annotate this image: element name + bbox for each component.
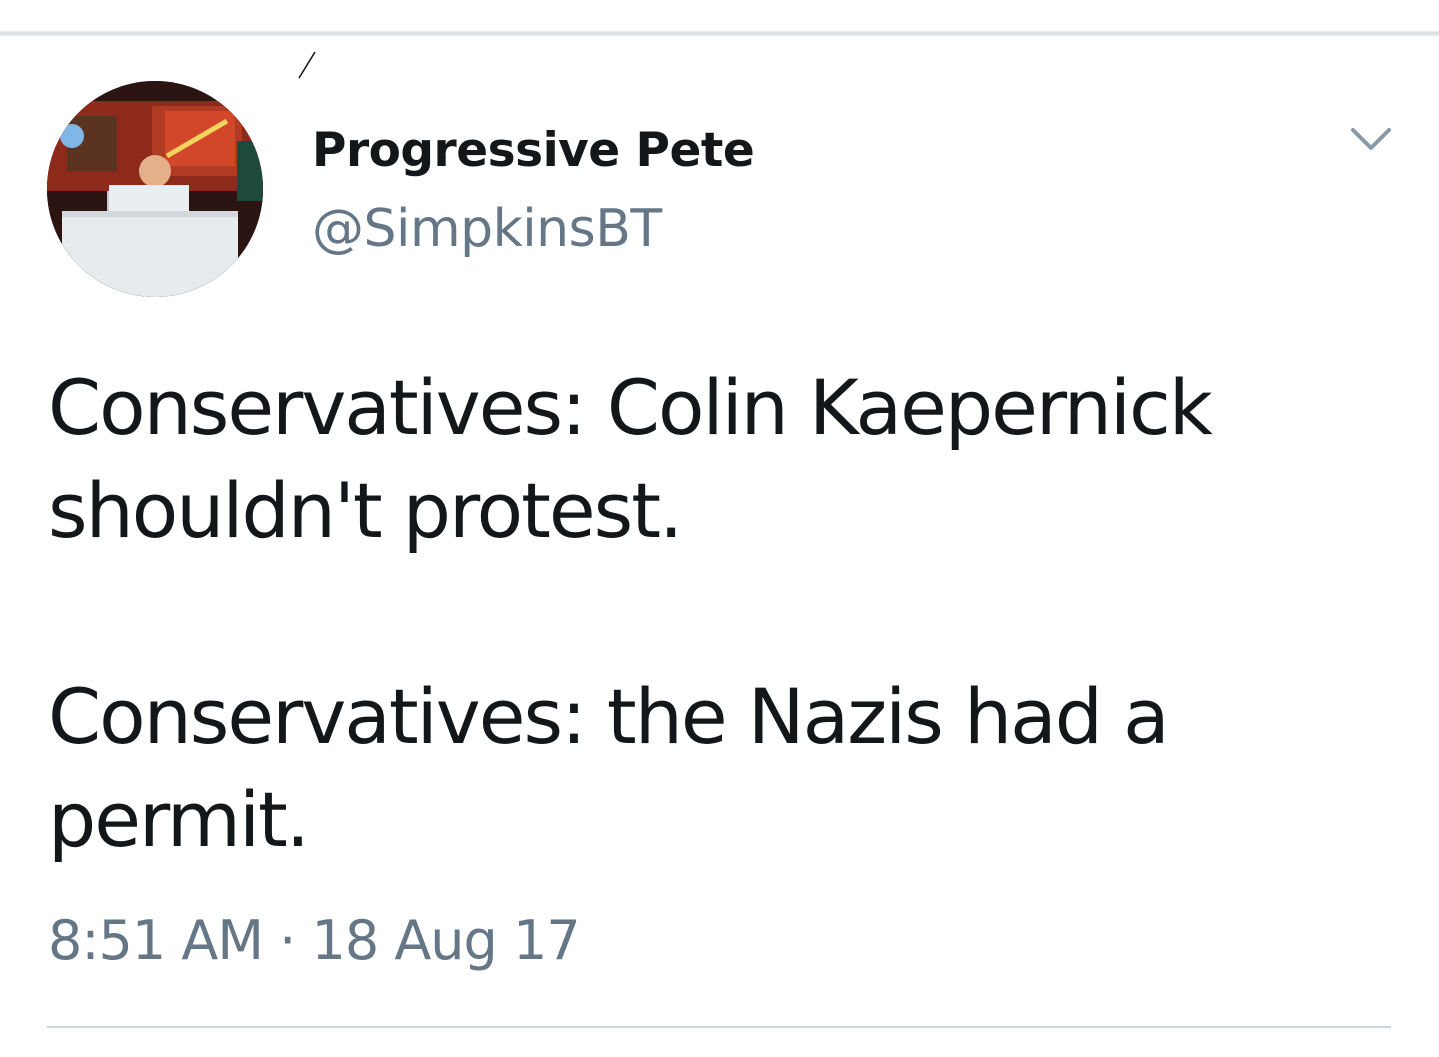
divider xyxy=(47,1026,1391,1028)
user-handle[interactable]: @SimpkinsBT xyxy=(312,194,754,264)
top-bar-shadow xyxy=(0,0,1439,36)
tweet-line: Conservatives: Colin Kaepernick xyxy=(48,363,1213,452)
tweet-text: Conservatives: Colin Kaepernick shouldn'… xyxy=(48,356,1408,871)
stray-mark xyxy=(298,51,316,79)
tweet-line: Conservatives: the Nazis had a xyxy=(48,672,1170,761)
tweet-line: permit. xyxy=(48,775,310,864)
user-block[interactable]: Progressive Pete @SimpkinsBT xyxy=(312,118,755,264)
tweet-paragraph: Conservatives: the Nazis had a permit. xyxy=(48,665,1408,871)
display-name[interactable]: Progressive Pete xyxy=(312,118,755,184)
meta-separator: · xyxy=(279,909,296,972)
avatar[interactable] xyxy=(47,81,263,297)
chevron-down-icon[interactable] xyxy=(1348,120,1394,160)
tweet-timestamp[interactable]: 8:51 AM · 18 Aug 17 xyxy=(48,906,581,976)
avatar-image xyxy=(47,81,263,297)
tweet-time[interactable]: 8:51 AM xyxy=(48,909,264,972)
tweet-paragraph: Conservatives: Colin Kaepernick shouldn'… xyxy=(48,356,1408,562)
tweet-screen: Progressive Pete @SimpkinsBT Conservativ… xyxy=(0,0,1439,1057)
tweet-line: shouldn't protest. xyxy=(48,466,683,555)
tweet-date[interactable]: 18 Aug 17 xyxy=(311,909,580,972)
